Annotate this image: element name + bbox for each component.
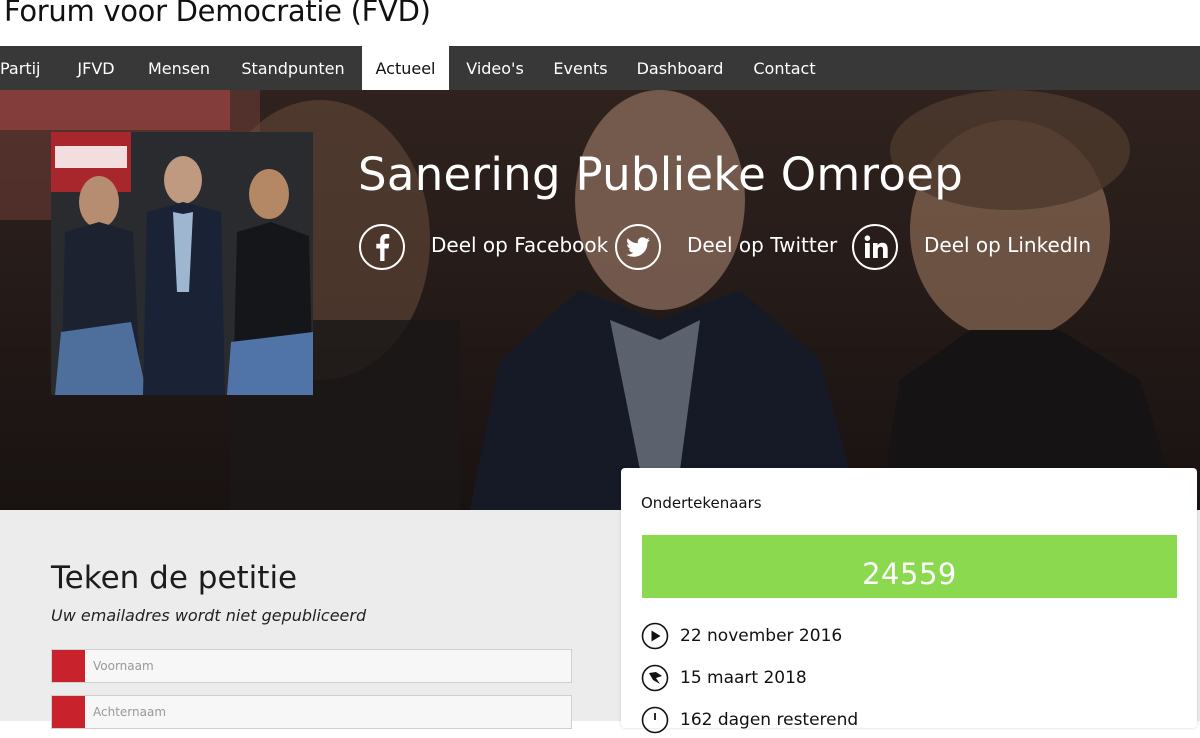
last-name-input[interactable]	[86, 696, 577, 728]
facebook-icon	[359, 224, 405, 270]
sign-petition-heading: Teken de petitie	[51, 560, 298, 596]
nav-item-contact[interactable]: Contact	[746, 46, 823, 90]
required-marker	[52, 650, 85, 682]
nav-item-mensen[interactable]: Mensen	[139, 46, 219, 90]
twitter-icon	[615, 224, 661, 270]
nav-item-standpunten[interactable]: Standpunten	[232, 46, 354, 90]
signature-counter: 24559	[642, 535, 1177, 598]
nav-item-dashboard[interactable]: Dashboard	[630, 46, 730, 90]
share-twitter-label: Deel op Twitter	[687, 233, 838, 257]
nav-item-partij[interactable]: Partij	[0, 46, 40, 90]
nav-item-actueel[interactable]: Actueel	[362, 46, 449, 90]
share-facebook-button[interactable]: Deel op Facebook	[359, 224, 608, 270]
end-date: 15 maart 2018	[680, 668, 807, 688]
first-name-input[interactable]	[86, 650, 577, 682]
nav-item-jfvd[interactable]: JFVD	[68, 46, 124, 90]
signers-title: Ondertekenaars	[641, 494, 762, 512]
nav-item-events[interactable]: Events	[545, 46, 616, 90]
petition-title: Sanering Publieke Omroep	[358, 148, 964, 201]
site-title[interactable]: Forum voor Democratie (FVD)	[4, 0, 431, 28]
nav-item-videos[interactable]: Video's	[458, 46, 532, 90]
first-name-field	[51, 649, 577, 683]
play-icon	[641, 622, 669, 650]
email-privacy-note: Uw emailadres wordt niet gepubliceerd	[51, 606, 367, 625]
last-name-field	[51, 695, 577, 729]
share-linkedin-label: Deel op LinkedIn	[924, 233, 1092, 257]
linkedin-icon	[852, 224, 898, 270]
petition-thumbnail-image	[51, 132, 313, 395]
share-linkedin-button[interactable]: Deel op LinkedIn	[852, 224, 1091, 270]
main-navigation: Partij JFVD Mensen Standpunten Actueel V…	[0, 46, 1200, 90]
signers-card: Ondertekenaars 24559 22 november 2016 15…	[621, 468, 1197, 734]
required-marker	[52, 696, 85, 728]
hero-banner: Sanering Publieke Omroep Deel op Faceboo…	[0, 90, 1200, 510]
clock-icon	[641, 706, 669, 734]
share-twitter-button[interactable]: Deel op Twitter	[615, 224, 838, 270]
days-remaining: 162 dagen resterend	[680, 710, 859, 730]
start-date: 22 november 2016	[680, 626, 843, 646]
share-facebook-label: Deel op Facebook	[431, 233, 609, 257]
flag-icon	[641, 664, 669, 692]
